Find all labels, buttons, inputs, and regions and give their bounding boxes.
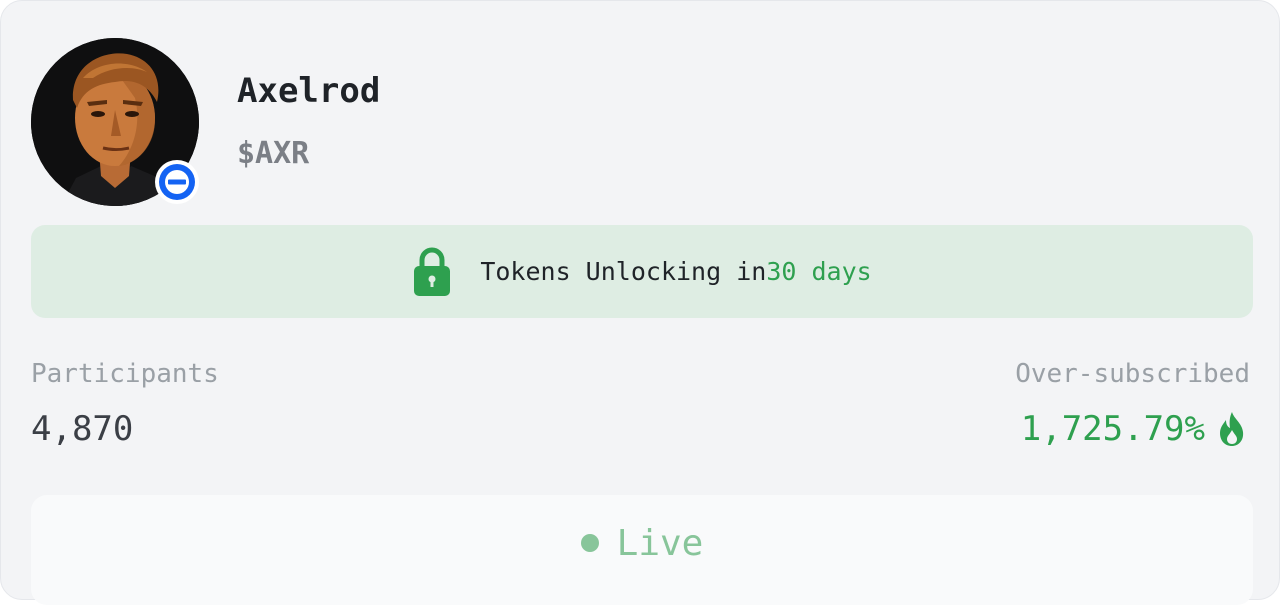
avatar-container: [31, 38, 199, 206]
status-panel: Live: [31, 495, 1253, 605]
chain-badge-icon: [155, 160, 199, 204]
live-status: Live: [580, 521, 704, 565]
live-label: Live: [616, 522, 704, 564]
oversubscribed-label: Over-subscribed: [1015, 359, 1250, 389]
token-card[interactable]: Axelrod $AXR Tokens Unlocking in 30 days…: [0, 0, 1280, 605]
unlock-banner: Tokens Unlocking in 30 days: [31, 225, 1253, 318]
unlock-days: 30 days: [766, 257, 872, 286]
oversubscribed-row: 1,725.79%: [1021, 409, 1247, 449]
participants-value: 4,870: [31, 409, 134, 449]
token-name: Axelrod: [237, 71, 381, 111]
lock-icon: [414, 247, 451, 296]
participants-label: Participants: [31, 359, 219, 389]
token-ticker: $AXR: [237, 136, 310, 171]
live-dot-icon: [580, 534, 599, 552]
unlock-text: Tokens Unlocking in: [480, 257, 767, 286]
oversubscribed-value: 1,725.79%: [1020, 409, 1205, 449]
flame-icon: [1220, 412, 1244, 446]
